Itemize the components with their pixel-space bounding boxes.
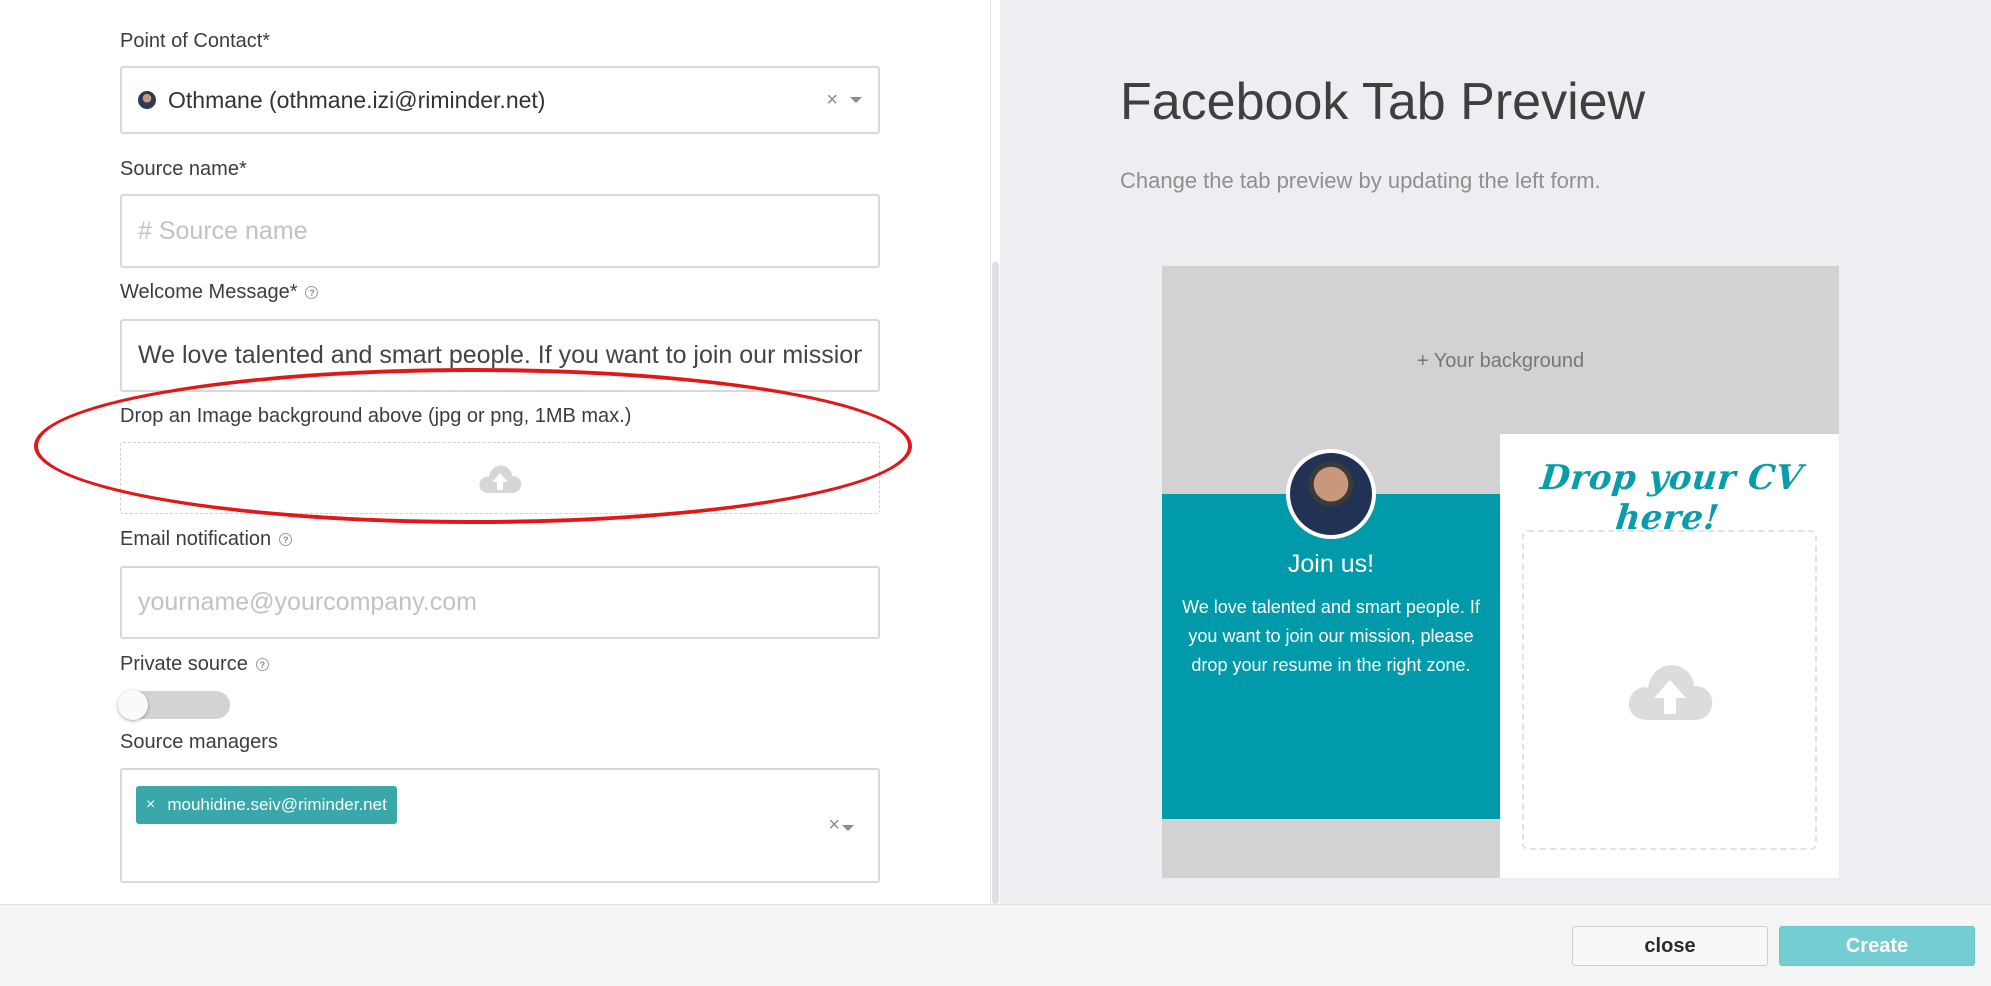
manager-tag-label: mouhidine.seiv@riminder.net [167, 795, 387, 814]
facebook-tab-mock: + Your background Join us! We love talen… [1162, 266, 1839, 878]
contact-avatar [138, 91, 156, 109]
private-source-label: Private source ? [120, 653, 269, 676]
cloud-upload-icon [479, 465, 522, 493]
image-dropzone[interactable] [120, 442, 880, 514]
source-name-label-text: Source name* [120, 158, 247, 180]
source-name-input[interactable] [138, 216, 862, 246]
email-label-text: Email notification [120, 528, 272, 550]
source-name-field[interactable] [120, 194, 880, 268]
welcome-label: Welcome Message* ? [120, 281, 319, 304]
cv-card: Drop your CV here! [1500, 434, 1839, 878]
join-title: Join us! [1287, 550, 1375, 578]
join-text: We love talented and smart people. If yo… [1182, 597, 1480, 675]
chevron-down-icon[interactable] [842, 825, 854, 831]
private-source-label-text: Private source [120, 653, 248, 675]
contact-clear-icon[interactable]: × [826, 89, 838, 112]
drop-cv-heading: Drop your CV here! [1538, 458, 1805, 538]
image-drop-label-text: Drop an Image background above (jpg or p… [120, 405, 632, 427]
cloud-upload-icon [1628, 665, 1712, 720]
welcome-label-text: Welcome Message* [120, 281, 298, 303]
welcome-message-input[interactable] [138, 341, 862, 370]
manager-tag: × mouhidine.seiv@riminder.net [136, 786, 397, 824]
welcome-message-field[interactable] [120, 319, 880, 392]
avatar [1286, 449, 1376, 539]
help-icon[interactable]: ? [279, 533, 293, 546]
cv-dropzone [1522, 530, 1817, 850]
source-managers-label: Source managers [120, 731, 278, 754]
email-label: Email notification ? [120, 528, 293, 551]
background-placeholder: + Your background [1416, 350, 1585, 372]
help-icon[interactable]: ? [255, 658, 269, 671]
scrollbar-thumb[interactable] [992, 262, 999, 904]
toggle-knob[interactable] [118, 690, 148, 720]
form-panel: Point of Contact* Othmane (othmane.izi@r… [0, 0, 990, 904]
contact-label-text: Point of Contact* [120, 30, 271, 52]
contact-select[interactable]: Othmane (othmane.izi@riminder.net) × [120, 66, 880, 134]
join-card: Join us! We love talented and smart peop… [1162, 494, 1500, 819]
preview-subtitle: Change the tab preview by updating the l… [1120, 168, 1601, 193]
source-managers-select[interactable]: × mouhidine.seiv@riminder.net × [120, 768, 880, 883]
email-field[interactable] [120, 566, 880, 639]
managers-clear-icon[interactable]: × [828, 814, 840, 837]
chevron-down-icon[interactable] [850, 97, 862, 103]
help-icon[interactable]: ? [305, 286, 319, 299]
image-drop-label: Drop an Image background above (jpg or p… [120, 405, 631, 428]
preview-title: Facebook Tab Preview [1120, 73, 1646, 131]
tag-remove-icon[interactable]: × [146, 796, 155, 814]
private-source-toggle[interactable] [118, 690, 230, 720]
create-button[interactable]: Create [1779, 926, 1975, 966]
contact-value: Othmane (othmane.izi@riminder.net) [168, 86, 546, 113]
close-button[interactable]: close [1572, 926, 1768, 966]
source-name-label: Source name* [120, 158, 247, 181]
email-input[interactable] [138, 588, 862, 617]
source-managers-label-text: Source managers [120, 731, 278, 753]
contact-label: Point of Contact* [120, 30, 270, 53]
